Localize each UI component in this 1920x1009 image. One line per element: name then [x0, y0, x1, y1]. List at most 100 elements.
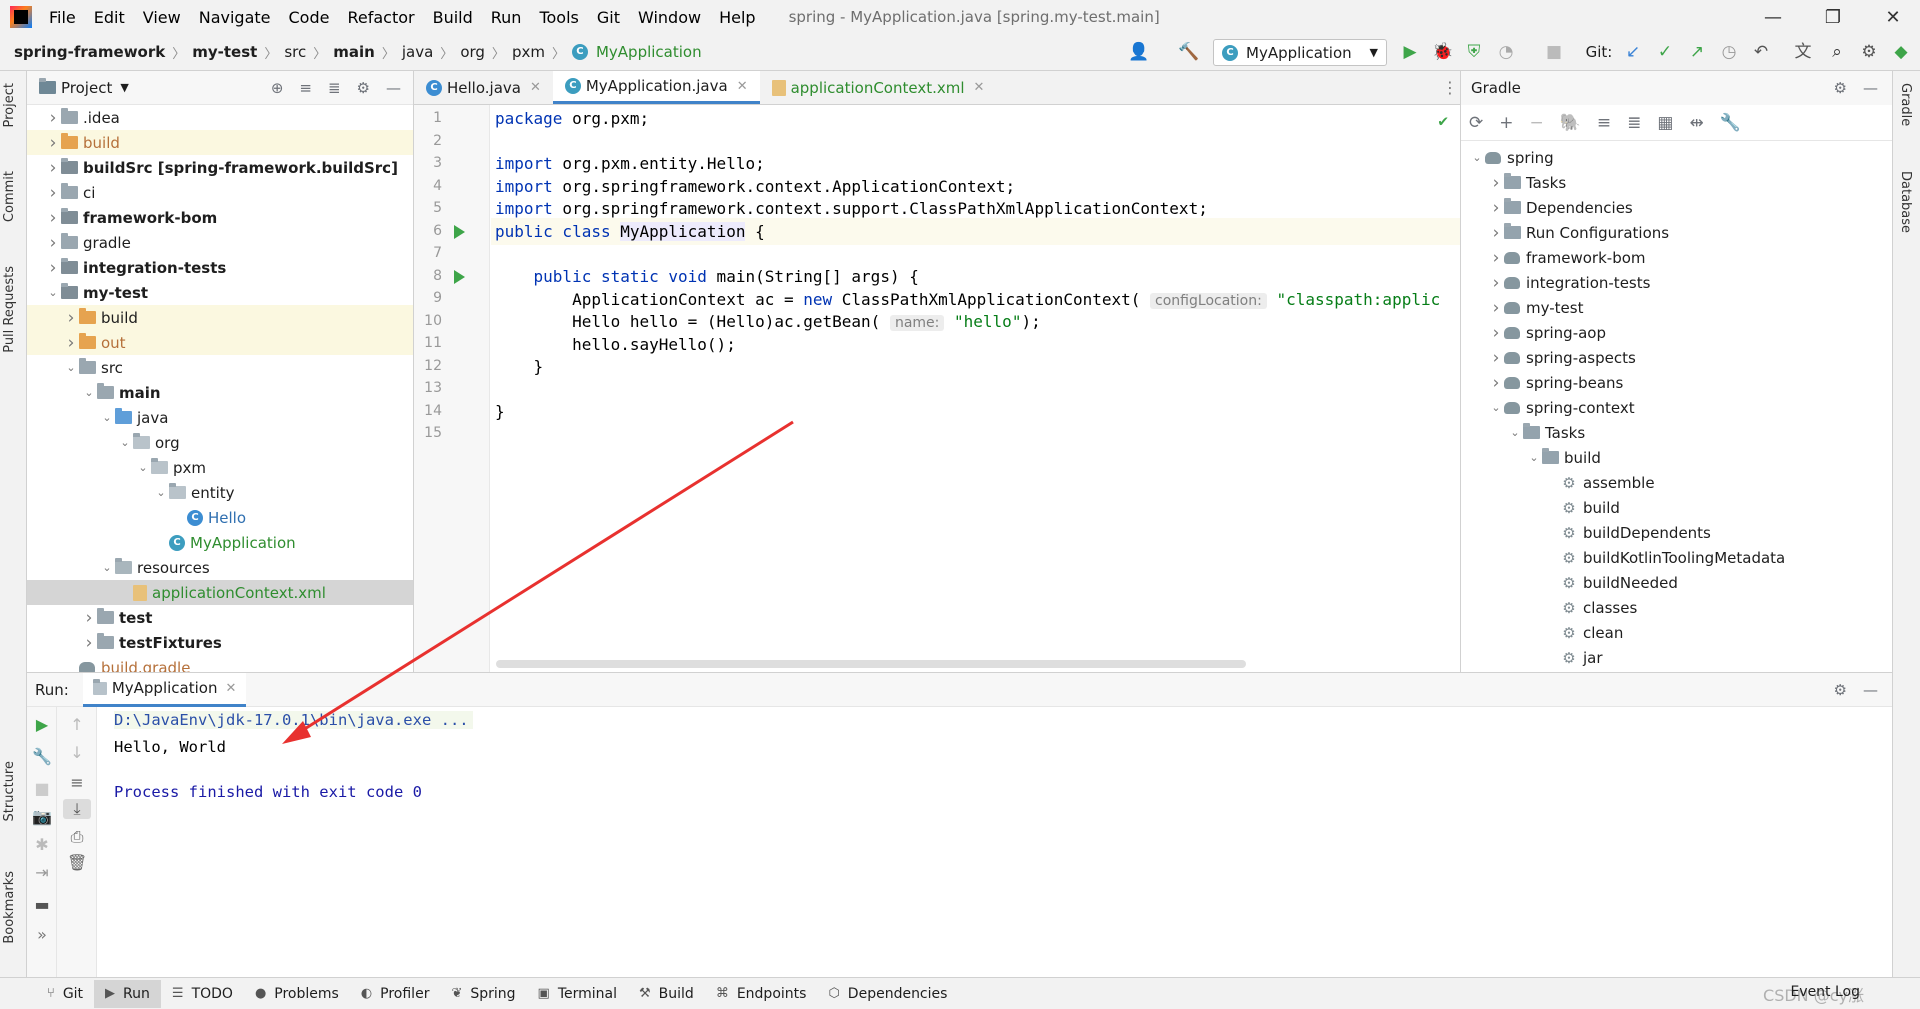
chevron-right-icon[interactable]: ›	[1488, 348, 1504, 368]
coverage-icon[interactable]: ⛨	[1464, 42, 1484, 62]
more-tabs-icon[interactable]: ⋮	[1442, 78, 1458, 97]
chevron-down-icon[interactable]: ⌄	[117, 436, 133, 449]
stop-icon[interactable]: ■	[32, 779, 52, 799]
layout-icon[interactable]: ▬	[32, 895, 52, 915]
git-history-icon[interactable]: ◷	[1719, 42, 1739, 62]
tree-item[interactable]: › ci	[27, 180, 413, 205]
git-push-icon[interactable]: ↗	[1687, 42, 1707, 62]
locate-icon[interactable]: ⊕	[271, 79, 284, 97]
tree-item[interactable]: C MyApplication	[27, 530, 413, 555]
translate-icon[interactable]: 文	[1793, 42, 1813, 62]
trash-icon[interactable]: 🗑	[67, 853, 87, 873]
gear-icon[interactable]: ⚙	[357, 79, 370, 97]
run-configuration-select[interactable]: C MyApplication ▼	[1213, 39, 1387, 66]
exit-icon[interactable]: ⇥	[32, 863, 52, 883]
execute-task-icon[interactable]: 🐘	[1560, 113, 1581, 133]
add-icon[interactable]: +	[1499, 113, 1513, 133]
tree-item[interactable]: › .idea	[27, 105, 413, 130]
maximize-button[interactable]: ❐	[1810, 0, 1856, 34]
tab-commit[interactable]: Commit	[2, 171, 17, 222]
more-icon[interactable]: »	[32, 925, 52, 945]
chevron-down-icon[interactable]: ⌄	[135, 461, 151, 474]
tree-item[interactable]: ⌄ my-test	[27, 280, 413, 305]
soft-wrap-icon[interactable]: ≡	[67, 773, 87, 793]
close-icon[interactable]: ✕	[974, 80, 985, 95]
up-arrow-icon[interactable]: ↑	[67, 715, 87, 735]
chevron-right-icon[interactable]: ›	[45, 208, 61, 228]
hide-icon[interactable]: —	[386, 79, 401, 97]
camera-icon[interactable]: 📷	[32, 807, 52, 827]
tree-item[interactable]: › Tasks	[1461, 170, 1892, 195]
menu-code[interactable]: Code	[280, 8, 339, 27]
tree-item[interactable]: ⌄ build	[1461, 445, 1892, 470]
bottom-tab-problems[interactable]: ● Problems	[244, 980, 350, 1008]
tree-item[interactable]: › out	[27, 330, 413, 355]
close-icon[interactable]: ✕	[530, 80, 541, 95]
gear-icon[interactable]: ⚙	[1834, 79, 1847, 97]
close-window-button[interactable]: ✕	[1870, 0, 1916, 34]
menu-navigate[interactable]: Navigate	[190, 8, 280, 27]
tree-item[interactable]: applicationContext.xml	[27, 580, 413, 605]
tree-item[interactable]: › test	[27, 605, 413, 630]
editor-tab[interactable]: C MyApplication.java ✕	[552, 71, 760, 104]
close-icon[interactable]: ✕	[737, 79, 748, 94]
tree-item[interactable]: ⚙ classes	[1461, 595, 1892, 620]
menu-git[interactable]: Git	[588, 8, 629, 27]
chevron-right-icon[interactable]: ›	[1488, 373, 1504, 393]
chevron-right-icon[interactable]: ›	[63, 333, 79, 353]
dependencies-diagram-icon[interactable]: ▦	[1657, 113, 1673, 133]
wrench-icon[interactable]: 🔧	[1720, 113, 1741, 133]
breadcrumb-item[interactable]: src	[280, 43, 310, 61]
chevron-right-icon[interactable]: ›	[45, 258, 61, 278]
chevron-right-icon[interactable]: ›	[1488, 273, 1504, 293]
chevron-right-icon[interactable]: ›	[45, 158, 61, 178]
tab-project[interactable]: Project	[2, 83, 17, 127]
tab-database[interactable]: Database	[1898, 171, 1913, 233]
breadcrumb-item[interactable]: pxm	[508, 43, 549, 61]
menu-file[interactable]: File	[40, 8, 85, 27]
tree-item[interactable]: › spring-beans	[1461, 370, 1892, 395]
breadcrumb-item[interactable]: main	[329, 43, 379, 61]
expand-all-icon[interactable]: ≡	[299, 79, 312, 97]
tree-item[interactable]: C Hello	[27, 505, 413, 530]
tree-item[interactable]: › testFixtures	[27, 630, 413, 655]
chevron-right-icon[interactable]: ›	[45, 183, 61, 203]
editor-tab[interactable]: applicationContext.xml ✕	[760, 71, 997, 104]
chevron-right-icon[interactable]: ›	[1488, 323, 1504, 343]
chevron-right-icon[interactable]: ›	[1488, 223, 1504, 243]
git-rollback-icon[interactable]: ↶	[1751, 42, 1771, 62]
chevron-down-icon[interactable]: ⌄	[63, 361, 79, 374]
chevron-right-icon[interactable]: ›	[81, 608, 97, 628]
git-update-icon[interactable]: ↙	[1623, 42, 1643, 62]
breadcrumb-item[interactable]: MyApplication	[592, 43, 706, 61]
chevron-down-icon[interactable]: ⌄	[1469, 151, 1485, 164]
tree-item[interactable]: ⌄ main	[27, 380, 413, 405]
minimize-button[interactable]: —	[1750, 0, 1796, 34]
menu-run[interactable]: Run	[482, 8, 531, 27]
debug-icon[interactable]: 🐞	[1432, 42, 1453, 62]
menu-refactor[interactable]: Refactor	[338, 8, 423, 27]
bottom-tab-endpoints[interactable]: ⌘ Endpoints	[705, 980, 818, 1008]
chevron-right-icon[interactable]: ›	[1488, 248, 1504, 268]
scroll-to-end-icon[interactable]: ⤓	[63, 799, 91, 819]
menu-view[interactable]: View	[134, 8, 190, 27]
search-icon[interactable]: ⌕	[1827, 42, 1847, 62]
tree-item[interactable]: ⌄ resources	[27, 555, 413, 580]
tree-item[interactable]: ⚙ buildNeeded	[1461, 570, 1892, 595]
chevron-down-icon[interactable]: ⌄	[81, 386, 97, 399]
build-hammer-icon[interactable]: 🔨	[1178, 42, 1199, 62]
tree-item[interactable]: › framework-bom	[1461, 245, 1892, 270]
tree-item[interactable]: › buildSrc [spring-framework.buildSrc]	[27, 155, 413, 180]
print-icon[interactable]: ⎙	[67, 827, 87, 847]
collapse-all-icon[interactable]: ≣	[328, 79, 341, 97]
chevron-down-icon[interactable]: ▼	[120, 81, 128, 94]
stop-icon[interactable]: ■	[1544, 42, 1564, 62]
tree-item[interactable]: › build	[27, 130, 413, 155]
hide-icon[interactable]: —	[1863, 681, 1878, 699]
chevron-down-icon[interactable]: ⌄	[1526, 451, 1542, 464]
event-log-button[interactable]: Event Log	[1790, 984, 1860, 1000]
tree-item[interactable]: › spring-aspects	[1461, 345, 1892, 370]
breadcrumb-item[interactable]: java	[398, 43, 437, 61]
tree-item[interactable]: ⌄ spring-context	[1461, 395, 1892, 420]
tab-structure[interactable]: Structure	[2, 761, 17, 821]
